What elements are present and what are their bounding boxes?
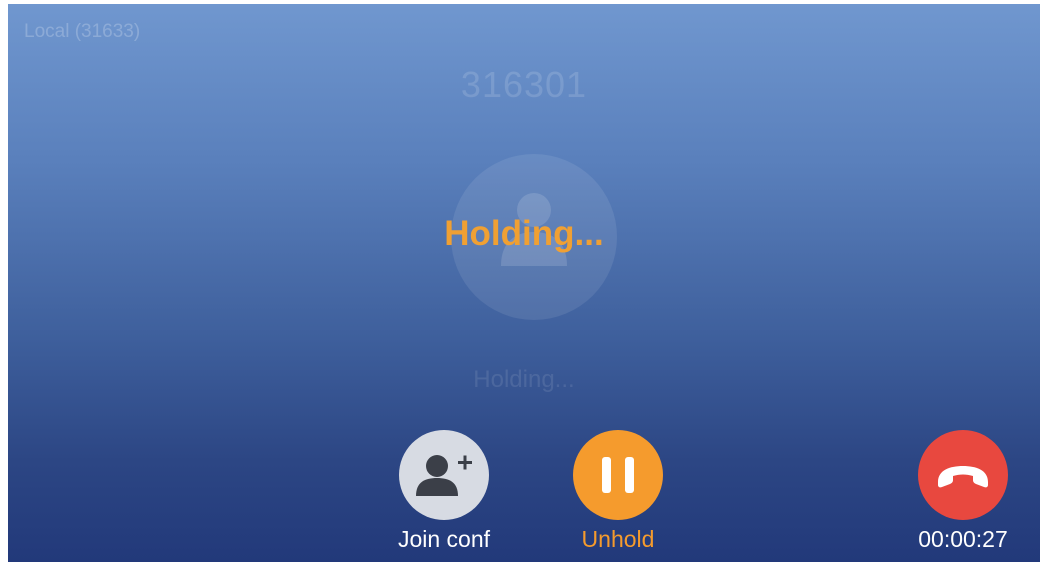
hang-up-circle[interactable] [918,430,1008,520]
pause-icon [602,457,634,493]
hang-up-icon [938,466,988,488]
call-screen: Local (31633) 316301 Holding... Holding.… [8,4,1040,562]
join-conf-button[interactable]: Join conf [369,430,519,554]
unhold-button[interactable]: Unhold [543,430,693,554]
add-person-icon [416,455,472,496]
holding-overlay-text: Holding... [444,214,604,253]
join-conf-label: Join conf [397,526,491,552]
join-conf-circle[interactable] [399,430,489,520]
call-status-text: Holding... [473,366,575,393]
local-account-label: Local (31633) [24,21,141,42]
hang-up-button[interactable]: 00:00:27 [888,430,1038,554]
unhold-circle[interactable] [573,430,663,520]
call-timer: 00:00:27 [918,526,1008,552]
unhold-label: Unhold [581,526,655,552]
remote-number: 316301 [460,64,588,105]
